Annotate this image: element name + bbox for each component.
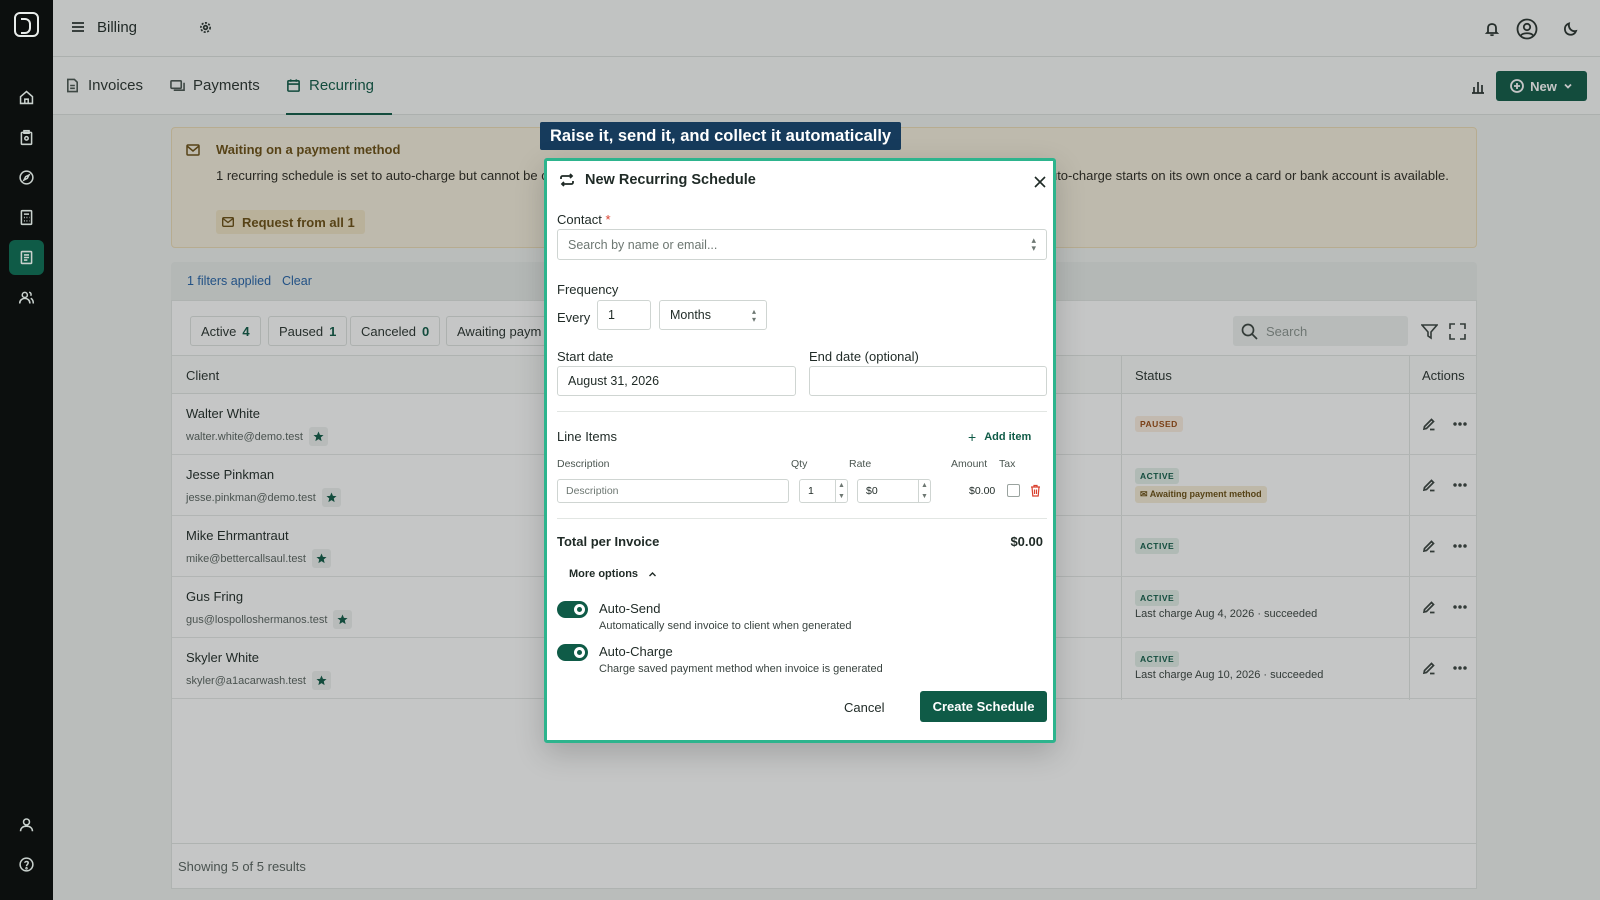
calculator-icon[interactable] [9, 200, 44, 235]
new-recurring-schedule-dialog: New Recurring Schedule Contact * Search … [544, 158, 1056, 743]
col-amount: Amount [951, 458, 988, 470]
end-date-input[interactable] [809, 366, 1047, 396]
auto-send-desc: Automatically send invoice to client whe… [599, 620, 852, 632]
auto-charge-title: Auto-Charge [599, 644, 673, 659]
col-description: Description [557, 458, 610, 470]
plus-icon: + [968, 429, 977, 445]
every-label: Every [557, 310, 591, 325]
col-qty: Qty [791, 458, 808, 470]
billing-icon[interactable] [9, 240, 44, 275]
create-schedule-button[interactable]: Create Schedule [920, 691, 1047, 722]
more-options-toggle[interactable]: More options [569, 568, 657, 580]
period-select[interactable]: Months ▴ ▾ [659, 300, 767, 330]
help-icon[interactable] [9, 847, 44, 882]
col-rate: Rate [849, 458, 872, 470]
col-tax: Tax [999, 458, 1016, 470]
auto-send-toggle[interactable] [557, 601, 588, 618]
total-value: $0.00 [1010, 534, 1043, 549]
item-qty-input[interactable]: 1 ▲ ▼ [799, 479, 848, 503]
app-logo[interactable] [14, 12, 39, 37]
auto-charge-desc: Charge saved payment method when invoice… [599, 663, 883, 675]
add-item-button[interactable]: + Add item [968, 429, 1031, 445]
auto-send-title: Auto-Send [599, 601, 661, 616]
start-date-label: Start date [557, 349, 614, 364]
repeat-icon [560, 173, 574, 187]
end-date-label: End date (optional) [809, 349, 919, 364]
item-description-input[interactable]: Description [557, 479, 789, 503]
sort-icon: ▴ ▾ [1031, 235, 1036, 253]
divider [557, 411, 1047, 412]
line-items-label: Line Items [557, 429, 617, 444]
sort-icon: ▴ ▾ [751, 307, 756, 324]
stepper-icon[interactable]: ▲ ▼ [918, 480, 930, 502]
contact-search-input[interactable]: Search by name or email... ▴ ▾ [557, 229, 1047, 260]
chevron-up-icon [649, 571, 657, 576]
item-rate-input[interactable]: $0 ▲ ▼ [857, 479, 931, 503]
feature-hint: Raise it, send it, and collect it automa… [540, 122, 902, 150]
tax-checkbox[interactable] [1007, 484, 1020, 497]
dialog-title: New Recurring Schedule [559, 172, 756, 188]
left-rail [0, 0, 53, 900]
frequency-label: Frequency [557, 282, 619, 297]
close-icon[interactable] [1034, 176, 1046, 188]
users-icon[interactable] [9, 280, 44, 315]
cancel-button[interactable]: Cancel [844, 700, 884, 715]
contact-label: Contact * [557, 212, 611, 227]
stepper-icon[interactable]: ▲ ▼ [835, 480, 847, 502]
profile-icon[interactable] [9, 807, 44, 842]
auto-charge-toggle[interactable] [557, 644, 588, 661]
item-amount: $0.00 [969, 485, 996, 497]
interval-input[interactable]: 1 [597, 300, 651, 330]
trash-icon[interactable] [1030, 484, 1041, 497]
start-date-input[interactable]: August 31, 2026 [557, 366, 796, 396]
home-icon[interactable] [9, 80, 44, 115]
total-label: Total per Invoice [557, 534, 660, 549]
compass-icon[interactable] [9, 160, 44, 195]
clipboard-icon[interactable] [9, 120, 44, 155]
divider [557, 518, 1047, 519]
